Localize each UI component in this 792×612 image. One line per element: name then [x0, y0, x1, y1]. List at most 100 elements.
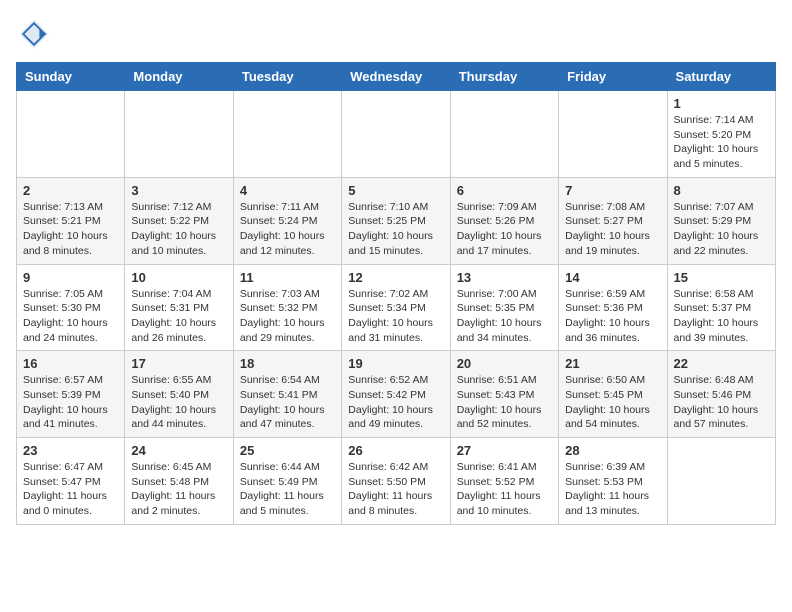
- logo: [16, 16, 56, 52]
- day-cell: [233, 91, 341, 178]
- day-cell: 7 Sunrise: 7:08 AM Sunset: 5:27 PM Daylig…: [559, 177, 667, 264]
- day-cell: [125, 91, 233, 178]
- day-cell: [559, 91, 667, 178]
- day-cell: 8 Sunrise: 7:07 AM Sunset: 5:29 PM Daylig…: [667, 177, 775, 264]
- day-cell: 10 Sunrise: 7:04 AM Sunset: 5:31 PM Dayli…: [125, 264, 233, 351]
- day-cell: 5 Sunrise: 7:10 AM Sunset: 5:25 PM Daylig…: [342, 177, 450, 264]
- day-info: Sunrise: 6:50 AM Sunset: 5:45 PM Dayligh…: [565, 373, 660, 432]
- day-info: Sunrise: 6:39 AM Sunset: 5:53 PM Dayligh…: [565, 460, 660, 519]
- day-cell: 28 Sunrise: 6:39 AM Sunset: 5:53 PM Dayli…: [559, 438, 667, 525]
- day-number: 23: [23, 443, 118, 458]
- day-cell: 18 Sunrise: 6:54 AM Sunset: 5:41 PM Dayli…: [233, 351, 341, 438]
- day-number: 4: [240, 183, 335, 198]
- day-cell: 17 Sunrise: 6:55 AM Sunset: 5:40 PM Dayli…: [125, 351, 233, 438]
- day-info: Sunrise: 7:14 AM Sunset: 5:20 PM Dayligh…: [674, 113, 769, 172]
- day-number: 15: [674, 270, 769, 285]
- day-number: 8: [674, 183, 769, 198]
- day-cell: 3 Sunrise: 7:12 AM Sunset: 5:22 PM Daylig…: [125, 177, 233, 264]
- day-cell: 25 Sunrise: 6:44 AM Sunset: 5:49 PM Dayli…: [233, 438, 341, 525]
- day-number: 24: [131, 443, 226, 458]
- day-info: Sunrise: 7:07 AM Sunset: 5:29 PM Dayligh…: [674, 200, 769, 259]
- day-cell: [450, 91, 558, 178]
- week-row-4: 16 Sunrise: 6:57 AM Sunset: 5:39 PM Dayli…: [17, 351, 776, 438]
- day-number: 12: [348, 270, 443, 285]
- day-info: Sunrise: 6:41 AM Sunset: 5:52 PM Dayligh…: [457, 460, 552, 519]
- day-cell: 15 Sunrise: 6:58 AM Sunset: 5:37 PM Dayli…: [667, 264, 775, 351]
- day-cell: 20Sunrise: 6:51 AM Sunset: 5:43 PM Dayli…: [450, 351, 558, 438]
- day-cell: 21 Sunrise: 6:50 AM Sunset: 5:45 PM Dayli…: [559, 351, 667, 438]
- day-number: 18: [240, 356, 335, 371]
- day-info: Sunrise: 6:52 AM Sunset: 5:42 PM Dayligh…: [348, 373, 443, 432]
- logo-icon: [16, 16, 52, 52]
- day-number: 10: [131, 270, 226, 285]
- day-cell: [667, 438, 775, 525]
- day-info: Sunrise: 7:02 AM Sunset: 5:34 PM Dayligh…: [348, 287, 443, 346]
- day-cell: [17, 91, 125, 178]
- day-info: Sunrise: 7:04 AM Sunset: 5:31 PM Dayligh…: [131, 287, 226, 346]
- day-cell: 22 Sunrise: 6:48 AM Sunset: 5:46 PM Dayli…: [667, 351, 775, 438]
- day-cell: 1 Sunrise: 7:14 AM Sunset: 5:20 PM Daylig…: [667, 91, 775, 178]
- weekday-header-row: SundayMondayTuesdayWednesdayThursdayFrid…: [17, 63, 776, 91]
- day-cell: 19 Sunrise: 6:52 AM Sunset: 5:42 PM Dayli…: [342, 351, 450, 438]
- day-number: 13: [457, 270, 552, 285]
- weekday-header-tuesday: Tuesday: [233, 63, 341, 91]
- day-info: Sunrise: 7:03 AM Sunset: 5:32 PM Dayligh…: [240, 287, 335, 346]
- day-cell: 6 Sunrise: 7:09 AM Sunset: 5:26 PM Daylig…: [450, 177, 558, 264]
- weekday-header-monday: Monday: [125, 63, 233, 91]
- day-info: Sunrise: 6:57 AM Sunset: 5:39 PM Dayligh…: [23, 373, 118, 432]
- day-cell: 16 Sunrise: 6:57 AM Sunset: 5:39 PM Dayli…: [17, 351, 125, 438]
- day-number: 25: [240, 443, 335, 458]
- day-cell: [342, 91, 450, 178]
- day-info: Sunrise: 7:08 AM Sunset: 5:27 PM Dayligh…: [565, 200, 660, 259]
- day-info: Sunrise: 6:48 AM Sunset: 5:46 PM Dayligh…: [674, 373, 769, 432]
- weekday-header-wednesday: Wednesday: [342, 63, 450, 91]
- week-row-5: 23 Sunrise: 6:47 AM Sunset: 5:47 PM Dayli…: [17, 438, 776, 525]
- day-number: 28: [565, 443, 660, 458]
- day-number: 2: [23, 183, 118, 198]
- day-info: Sunrise: 7:12 AM Sunset: 5:22 PM Dayligh…: [131, 200, 226, 259]
- day-info: Sunrise: 6:42 AM Sunset: 5:50 PM Dayligh…: [348, 460, 443, 519]
- day-info: Sunrise: 6:44 AM Sunset: 5:49 PM Dayligh…: [240, 460, 335, 519]
- day-cell: 23 Sunrise: 6:47 AM Sunset: 5:47 PM Dayli…: [17, 438, 125, 525]
- week-row-1: 1 Sunrise: 7:14 AM Sunset: 5:20 PM Daylig…: [17, 91, 776, 178]
- weekday-header-saturday: Saturday: [667, 63, 775, 91]
- day-number: 7: [565, 183, 660, 198]
- weekday-header-thursday: Thursday: [450, 63, 558, 91]
- weekday-header-friday: Friday: [559, 63, 667, 91]
- day-info: Sunrise: 6:55 AM Sunset: 5:40 PM Dayligh…: [131, 373, 226, 432]
- day-number: 21: [565, 356, 660, 371]
- day-number: 16: [23, 356, 118, 371]
- day-number: 22: [674, 356, 769, 371]
- day-number: 17: [131, 356, 226, 371]
- day-info: Sunrise: 7:05 AM Sunset: 5:30 PM Dayligh…: [23, 287, 118, 346]
- day-cell: 11 Sunrise: 7:03 AM Sunset: 5:32 PM Dayli…: [233, 264, 341, 351]
- day-cell: 2 Sunrise: 7:13 AM Sunset: 5:21 PM Daylig…: [17, 177, 125, 264]
- header: [16, 16, 776, 52]
- day-info: Sunrise: 7:09 AM Sunset: 5:26 PM Dayligh…: [457, 200, 552, 259]
- day-number: 5: [348, 183, 443, 198]
- day-cell: 12 Sunrise: 7:02 AM Sunset: 5:34 PM Dayli…: [342, 264, 450, 351]
- day-number: 6: [457, 183, 552, 198]
- day-info: Sunrise: 7:10 AM Sunset: 5:25 PM Dayligh…: [348, 200, 443, 259]
- day-number: 11: [240, 270, 335, 285]
- day-info: Sunrise: 7:13 AM Sunset: 5:21 PM Dayligh…: [23, 200, 118, 259]
- day-info: Sunrise: 6:59 AM Sunset: 5:36 PM Dayligh…: [565, 287, 660, 346]
- day-cell: 9Sunrise: 7:05 AM Sunset: 5:30 PM Daylig…: [17, 264, 125, 351]
- day-cell: 14Sunrise: 6:59 AM Sunset: 5:36 PM Dayli…: [559, 264, 667, 351]
- day-number: 19: [348, 356, 443, 371]
- day-info: Sunrise: 6:58 AM Sunset: 5:37 PM Dayligh…: [674, 287, 769, 346]
- day-info: Sunrise: 6:45 AM Sunset: 5:48 PM Dayligh…: [131, 460, 226, 519]
- day-number: 26: [348, 443, 443, 458]
- weekday-header-sunday: Sunday: [17, 63, 125, 91]
- day-number: 1: [674, 96, 769, 111]
- day-info: Sunrise: 7:11 AM Sunset: 5:24 PM Dayligh…: [240, 200, 335, 259]
- day-info: Sunrise: 6:54 AM Sunset: 5:41 PM Dayligh…: [240, 373, 335, 432]
- calendar: SundayMondayTuesdayWednesdayThursdayFrid…: [16, 62, 776, 525]
- day-info: Sunrise: 6:47 AM Sunset: 5:47 PM Dayligh…: [23, 460, 118, 519]
- day-cell: 24 Sunrise: 6:45 AM Sunset: 5:48 PM Dayli…: [125, 438, 233, 525]
- week-row-2: 2 Sunrise: 7:13 AM Sunset: 5:21 PM Daylig…: [17, 177, 776, 264]
- day-info: Sunrise: 7:00 AM Sunset: 5:35 PM Dayligh…: [457, 287, 552, 346]
- day-info: Sunrise: 6:51 AM Sunset: 5:43 PM Dayligh…: [457, 373, 552, 432]
- day-cell: 26 Sunrise: 6:42 AM Sunset: 5:50 PM Dayli…: [342, 438, 450, 525]
- day-number: 3: [131, 183, 226, 198]
